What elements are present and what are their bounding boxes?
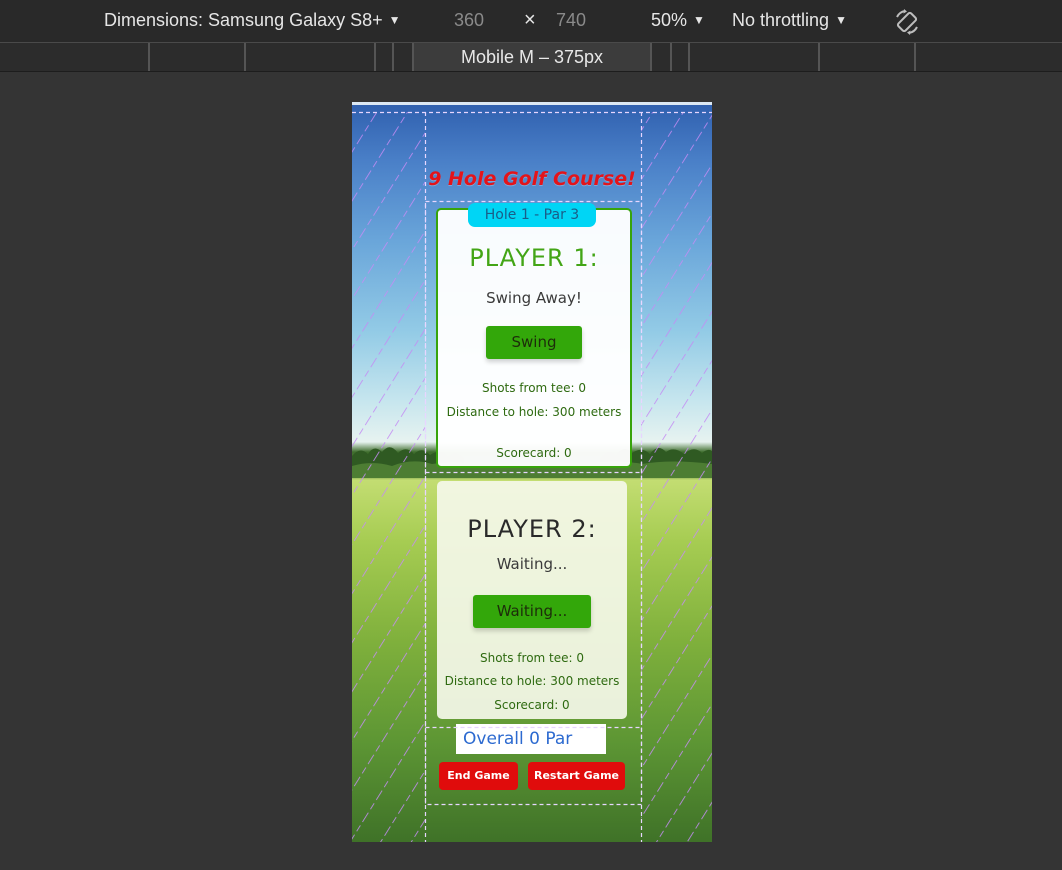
swing-button[interactable]: Swing bbox=[486, 326, 582, 359]
media-query-divider[interactable] bbox=[148, 43, 150, 71]
player1-card: PLAYER 1: Swing Away! Swing Shots from t… bbox=[436, 208, 632, 468]
times-separator: × bbox=[524, 9, 536, 31]
height-input[interactable]: 740 bbox=[556, 10, 586, 31]
restart-game-button[interactable]: Restart Game bbox=[528, 762, 625, 790]
end-game-button[interactable]: End Game bbox=[439, 762, 518, 790]
game-title: 9 Hole Golf Course! bbox=[428, 168, 636, 190]
viewport-top-edge bbox=[352, 102, 712, 105]
player1-shots: Shots from tee: 0 bbox=[481, 381, 587, 395]
throttling-label: No throttling bbox=[732, 10, 830, 30]
hole-par-label: Hole 1 - Par 3 bbox=[468, 203, 596, 227]
player1-status: Swing Away! bbox=[486, 289, 582, 307]
rotate-icon[interactable] bbox=[893, 8, 921, 36]
chevron-down-icon: ▼ bbox=[835, 13, 847, 27]
media-query-divider[interactable] bbox=[670, 43, 672, 71]
width-input[interactable]: 360 bbox=[454, 10, 484, 31]
zoom-label: 50% bbox=[651, 10, 688, 30]
player2-waiting-button[interactable]: Waiting... bbox=[473, 595, 591, 628]
chevron-down-icon: ▼ bbox=[693, 13, 705, 27]
device-toolbar: Dimensions: Samsung Galaxy S8+ ▼ 360 × 74… bbox=[0, 0, 1062, 43]
player2-distance: Distance to hole: 300 meters bbox=[444, 674, 620, 688]
player1-scorecard: Scorecard: 0 bbox=[496, 446, 572, 460]
player2-name: PLAYER 2: bbox=[467, 515, 597, 543]
media-query-divider[interactable] bbox=[374, 43, 376, 71]
media-query-divider[interactable] bbox=[650, 43, 652, 71]
player1-distance: Distance to hole: 300 meters bbox=[446, 405, 622, 419]
media-query-divider[interactable] bbox=[688, 43, 690, 71]
media-query-divider[interactable] bbox=[244, 43, 246, 71]
throttling-select[interactable]: No throttling ▼ bbox=[732, 10, 847, 31]
player2-status: Waiting... bbox=[496, 555, 568, 573]
media-query-divider[interactable] bbox=[818, 43, 820, 71]
media-query-bar: Mobile M – 375px bbox=[0, 43, 1062, 72]
media-query-divider[interactable] bbox=[392, 43, 394, 71]
player2-scorecard: Scorecard: 0 bbox=[494, 698, 570, 712]
player2-shots: Shots from tee: 0 bbox=[479, 651, 585, 665]
device-dimensions-select[interactable]: Dimensions: Samsung Galaxy S8+ ▼ bbox=[104, 10, 401, 31]
device-dimensions-label: Dimensions: Samsung Galaxy S8+ bbox=[104, 10, 383, 30]
player1-name: PLAYER 1: bbox=[469, 244, 599, 272]
overall-par-display: Overall 0 Par bbox=[456, 724, 606, 754]
player2-card: PLAYER 2: Waiting... Waiting... Shots fr… bbox=[437, 481, 627, 719]
media-query-mobile-m[interactable]: Mobile M – 375px bbox=[414, 43, 650, 71]
zoom-select[interactable]: 50% ▼ bbox=[651, 10, 705, 31]
media-query-divider[interactable] bbox=[914, 43, 916, 71]
chevron-down-icon: ▼ bbox=[388, 13, 401, 27]
device-viewport: 9 Hole Golf Course! PLAYER 1: Swing Away… bbox=[352, 102, 712, 842]
